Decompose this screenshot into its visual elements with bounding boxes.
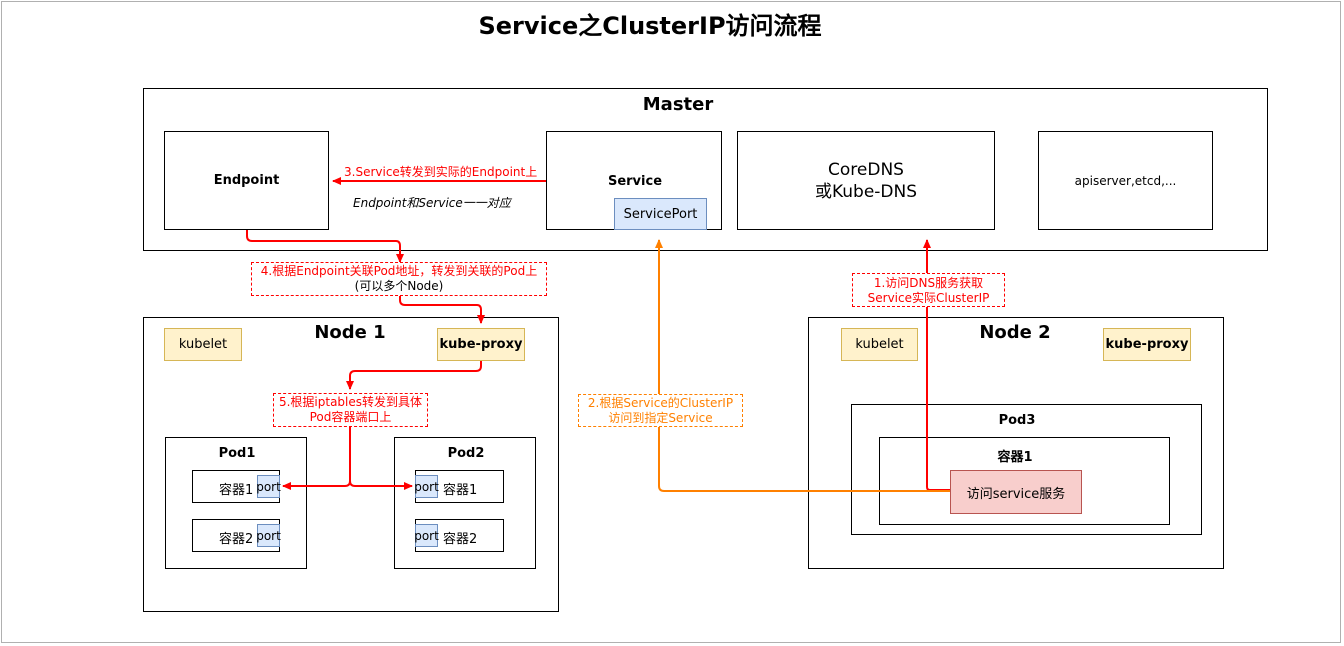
step1-line1: 1.访问DNS服务获取 [873,276,984,290]
coredns-label: CoreDNS [828,159,904,180]
step1-note: 1.访问DNS服务获取 Service实际ClusterIP [852,273,1005,307]
step1-line2: Service实际ClusterIP [867,291,990,305]
pod2-container2-port: port [414,524,439,547]
step5-note: 5.根据iptables转发到具体 Pod容器端口上 [273,393,428,427]
node2-kubelet-label: kubelet [855,337,904,352]
step4-line1: 4.根据Endpoint关联Pod地址，转发到关联的Pod上 [260,264,538,278]
step5-line2: Pod容器端口上 [309,410,392,424]
access-service-box: 访问service服务 [950,470,1082,514]
node2-kubelet: kubelet [841,328,918,361]
pod1-container2-port: port [256,524,281,547]
step2-line2: 访问到指定Service [608,411,713,425]
service-port-label: ServicePort [623,206,698,222]
pod1-container2-label: 容器2 [219,532,254,547]
step5-line1: 5.根据iptables转发到具体 [278,395,423,409]
pod3-container1-label: 容器1 [997,450,1033,465]
node2-kube-proxy-label: kube-proxy [1105,337,1189,352]
kubedns-label: 或Kube-DNS [814,181,918,202]
node1-kubelet-label: kubelet [178,337,228,352]
node2-kube-proxy: kube-proxy [1103,328,1191,361]
step4-note: 4.根据Endpoint关联Pod地址，转发到关联的Pod上 (可以多个Node… [251,262,547,296]
pod1-container1-port: port [256,475,281,498]
endpoint-box: Endpoint [164,131,329,230]
node1-kube-proxy: kube-proxy [437,328,525,361]
master-title: Master [642,94,714,115]
diagram-canvas: Service之ClusterIP访问流程 Master Endpoint Se… [0,0,1344,646]
port-label: port [414,479,439,494]
port-label: port [256,528,281,543]
endpoint-service-note: Endpoint和Service一一对应 [353,196,511,210]
apiserver-label: apiserver,etcd,... [1074,173,1177,188]
pod2-container1-label: 容器1 [443,483,478,498]
step2-line1: 2.根据Service的ClusterIP [587,396,734,410]
pod3-title: Pod3 [998,413,1036,428]
access-service-label: 访问service服务 [966,486,1066,502]
pod2-container1-port: port [414,475,439,498]
node1-kube-proxy-label: kube-proxy [439,337,523,352]
port-label: port [414,528,439,543]
pod2-container2-label: 容器2 [443,532,478,547]
service-port-box: ServicePort [614,198,707,230]
node1-title: Node 1 [314,322,386,343]
step3-note: 3.Service转发到实际的Endpoint上 [344,165,538,179]
pod1-container1-label: 容器1 [219,483,254,498]
coredns-box: CoreDNS 或Kube-DNS [737,131,995,230]
endpoint-label: Endpoint [213,173,280,188]
pod2-title: Pod2 [447,446,485,461]
diagram-title: Service之ClusterIP访问流程 [478,12,822,40]
node2-title: Node 2 [979,322,1051,343]
apiserver-box: apiserver,etcd,... [1038,131,1213,230]
step4-line2: (可以多个Node) [354,279,444,293]
service-label: Service [607,174,663,189]
port-label: port [256,479,281,494]
step2-note: 2.根据Service的ClusterIP 访问到指定Service [578,394,743,427]
node1-kubelet: kubelet [164,328,242,361]
pod1-title: Pod1 [218,446,256,461]
